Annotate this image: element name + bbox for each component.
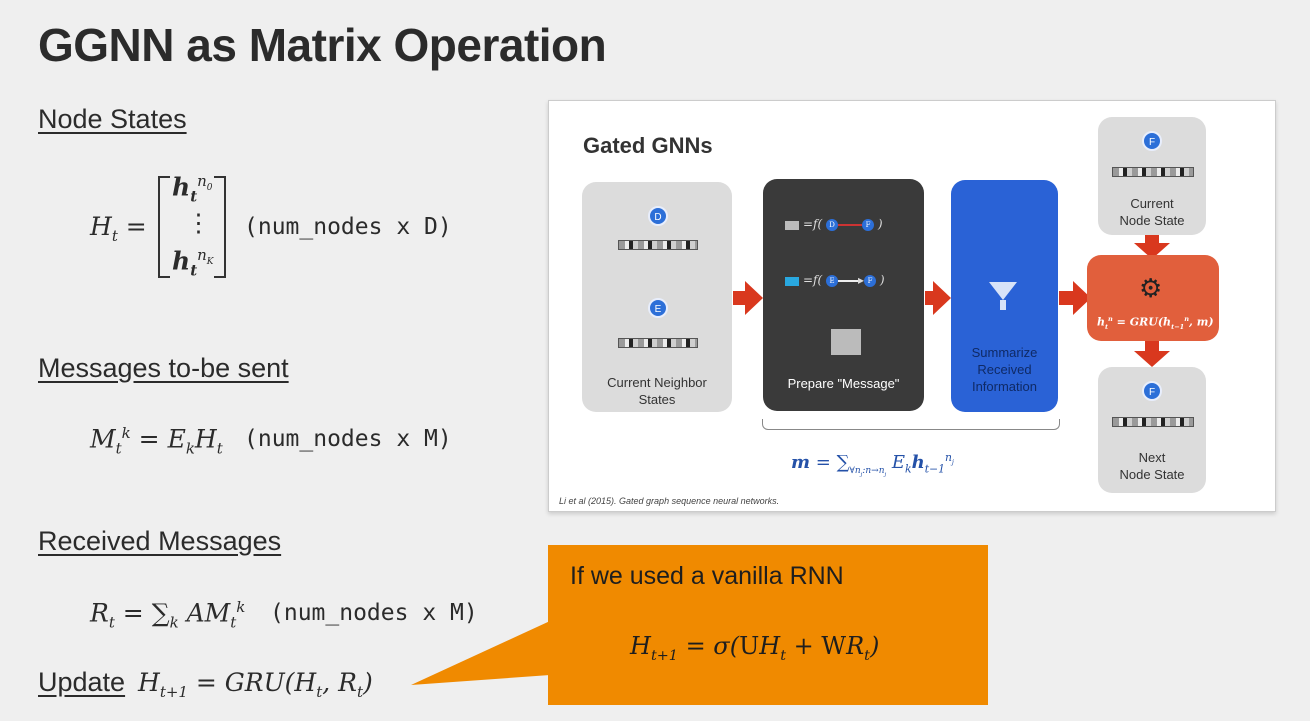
matrix-top-entry: htn0 [172,172,213,206]
node-states-dim: (num_nodes x D) [244,214,452,240]
figure-citation: Li et al (2015). Gated graph sequence ne… [559,496,780,506]
gru-panel: ⚙ htn = GRU(ht−1n, m) [1087,255,1219,341]
summarize-label: Summarize Received Information [971,345,1038,394]
messages-equation: Mtk = EkHt [90,424,223,458]
matrix-left-bracket [158,176,170,278]
arrow-2-head [933,281,951,315]
arrow-down-2-body [1145,341,1159,351]
messages-heading: Messages to-be sent [38,353,289,383]
callout-equation: Ht+1 = σ(UHt + WRt) [630,632,880,664]
arrow-down-1-body [1145,235,1159,243]
vector-next [1112,417,1194,427]
message-fn-2: =f( E ▸ F ) [803,273,885,287]
message-fn-1: =f( DF ) [803,217,883,231]
neighbor-label: Current Neighbor States [607,375,707,407]
envelope-blue-icon [785,277,799,286]
messages-dim: (num_nodes x M) [244,426,452,452]
current-node-state-panel: F Current Node State [1098,117,1206,235]
neighbor-states-panel: D E Current Neighbor States [582,182,732,412]
arrow-1-body [733,291,745,305]
gated-gnn-figure: Gated GNNs D E Current Neighbor States =f… [548,100,1276,512]
current-label: Current Node State [1119,196,1185,228]
received-equation: Rt = ∑k AMtk [90,598,246,632]
callout-text: If we used a vanilla RNN [570,562,844,590]
arrow-1-head [745,281,763,315]
funnel-stem [1000,300,1006,310]
node-e: E [648,298,668,318]
gru-formula: htn = GRU(ht−1n, m) [1097,315,1214,331]
callout-pointer [411,621,550,685]
update-equation: Ht+1 = GRU(Ht, Rt) [138,668,373,701]
received-heading: Received Messages [38,526,282,556]
vector-current [1112,167,1194,177]
node-f-next: F [1142,381,1162,401]
figure-title: Gated GNNs [583,133,713,158]
ht-equation: Ht = [90,212,147,245]
node-states-heading: Node States [38,104,187,134]
update-heading: Update [38,667,126,697]
prepare-message-panel: =f( DF ) =f( E ▸ F ) Prepare "Message" [763,179,924,411]
next-node-state-panel: F Next Node State [1098,367,1206,493]
envelope-icon [785,221,799,230]
vector-d [618,240,698,250]
arrow-down-2-head [1134,351,1170,367]
arrow-2-body [925,291,933,305]
message-brace [762,419,1060,430]
prepare-label: Prepare "Message" [787,376,900,391]
node-f-current: F [1142,131,1162,151]
next-label: Next Node State [1119,450,1185,482]
node-d: D [648,206,668,226]
vector-e [618,338,698,348]
matrix-bottom-entry: htnK [172,246,214,280]
arrow-3-body [1059,291,1073,305]
summarize-panel: Summarize Received Information [951,180,1058,412]
matrix-vdots: ⋮ [186,208,211,237]
slide-title: GGNN as Matrix Operation [38,19,607,71]
mailbox-icon [831,329,861,355]
matrix-right-bracket [214,176,226,278]
gears-icon: ⚙ [1139,273,1163,303]
funnel-icon [989,282,1017,300]
message-sum-formula: m = ∑∀nj:n→nj Ekht−1nj [791,451,954,478]
